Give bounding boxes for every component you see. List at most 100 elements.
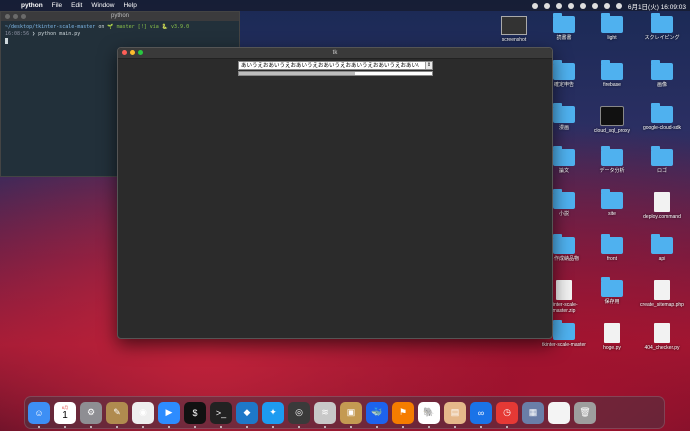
status-icon-3[interactable] [555,2,562,9]
close-icon[interactable] [122,50,127,55]
menu-file[interactable]: File [52,2,62,9]
desktop-icon[interactable]: screenshot [492,16,536,43]
dock-terminal[interactable]: $ [184,401,206,428]
desktop-icon[interactable]: スクレイピング [640,13,684,41]
desktop-icon[interactable]: データ分析 [590,146,634,174]
progress-fill [239,72,355,75]
terminal-output[interactable]: ~/desktop/tkinter-scale-master on 🌱 mast… [1,21,239,49]
dock-document[interactable] [548,401,570,424]
desktop-icon-label: hoge.py [603,345,621,351]
folder-icon [601,60,623,80]
terminal-line-2: 16:08:56 ❯ python main.py [5,31,235,38]
terminal-titlebar[interactable]: python [1,12,239,21]
infinity-icon: ∞ [477,407,485,418]
terminal-on: on [98,24,105,30]
tk-titlebar[interactable]: tk [118,48,552,59]
wifi-icon[interactable] [591,2,598,9]
terminal-via: via 🐍 v3.9.0 [149,24,190,30]
dock-preview[interactable]: ▤ [444,401,466,428]
status-icon-4[interactable] [567,2,574,9]
combobox-value: あいうえおあいうえおあいうえおあいうえおあいうえおあいうえおあい\ [241,63,419,69]
desktop-icon-label: 画像 [656,82,667,88]
file-icon [654,192,670,212]
desktop-icon-label: front [606,256,617,262]
docker-icon: 🐳 [371,407,383,417]
dock-calendar[interactable]: 6月 1 [54,401,76,428]
vscode-icon: ◆ [243,407,251,417]
menu-help[interactable]: Help [123,2,136,9]
dock-clock[interactable]: ◷ [496,401,518,428]
dock-chrome[interactable]: ◉ [132,401,154,428]
desktop-icon[interactable]: 読書書 [542,13,586,41]
tk-title: tk [332,50,338,56]
desktop-icon[interactable]: site [590,189,634,217]
desktop-icon[interactable]: google-cloud-sdk [640,103,684,131]
dock-terminal-2[interactable]: >_ [210,401,232,428]
zoom-icon[interactable] [21,14,26,19]
folder-icon [553,13,575,33]
folder-icon [651,60,673,80]
status-icon-1[interactable] [531,2,538,9]
dock-vscode[interactable]: ◆ [236,401,258,428]
menubar-clock[interactable]: 6月1日(火) 16:09:03 [628,1,686,11]
running-indicator [246,425,248,428]
status-icon-2[interactable] [543,2,550,9]
menu-window[interactable]: Window [91,2,114,9]
dock-trash[interactable]: 🗑 [574,401,596,424]
desktop-icon[interactable]: 保存用 [590,277,634,305]
quicktime-icon: ◎ [295,407,303,417]
desktop-icon[interactable]: 画像 [640,60,684,88]
desktop-icon[interactable]: 404_checker.py [640,323,684,351]
dock-postgres[interactable]: 🐘 [418,401,440,428]
running-indicator [506,425,508,428]
running-indicator [350,425,352,428]
chevron-updown-icon[interactable]: ⇕ [425,62,432,69]
running-indicator [220,425,222,428]
desktop-icon[interactable]: deploy.command [640,192,684,220]
menu-edit[interactable]: Edit [71,2,82,9]
dock-zoom[interactable]: ▶ [158,401,180,428]
search-icon[interactable] [603,2,610,9]
postgres-icon: 🐘 [423,407,435,417]
dock-archive[interactable]: ▣ [340,401,362,428]
dock-system-preferences[interactable]: ⚙ [80,401,102,428]
minimize-icon[interactable] [13,14,18,19]
close-icon[interactable] [5,14,10,19]
combobox[interactable]: あいうえおあいうえおあいうえおあいうえおあいうえおあいうえおあい\ ⇕ [238,61,433,70]
desktop-icon-label: light [607,35,617,41]
dock-safari[interactable]: ✦ [262,401,284,428]
terminal-title: python [110,13,129,19]
clock-icon: ◷ [503,407,511,417]
running-indicator [272,425,274,428]
dock-script-editor[interactable]: ✎ [106,401,128,428]
dock-quicktime[interactable]: ◎ [288,401,310,428]
preview-icon: ▤ [450,407,460,417]
menubar: python File Edit Window Help 6月1日(火) 16:… [0,0,690,11]
running-indicator [194,425,196,428]
terminal-2-icon: >_ [215,407,227,418]
zoom-icon[interactable] [138,50,143,55]
dock-infinity[interactable]: ∞ [470,401,492,428]
safari-icon: ✦ [269,407,277,417]
tk-window[interactable]: tk あいうえおあいうえおあいうえおあいうえおあいうえおあいうえおあい\ ⇕ [117,47,553,339]
script-editor-icon: ✎ [113,407,121,417]
desktop-icon[interactable]: light [590,13,634,41]
control-center-icon[interactable] [615,2,622,9]
dock-docker[interactable]: 🐳 [366,401,388,428]
desktop-icon[interactable]: cloud_sql_proxy [590,106,634,134]
bluetooth-icon[interactable] [579,2,586,9]
desktop-icon[interactable]: firebase [590,60,634,88]
menu-app[interactable]: python [21,2,43,9]
dock-sequel[interactable]: ≋ [314,401,336,428]
dock-photos-preview[interactable]: ▦ [522,401,544,424]
desktop-icon[interactable]: api [640,234,684,262]
running-indicator [480,425,482,428]
desktop-icon[interactable]: create_sitemap.php [640,280,684,308]
dock-sourcetree[interactable]: ⚑ [392,401,414,428]
minimize-icon[interactable] [130,50,135,55]
desktop-icon[interactable]: ロゴ [640,146,684,174]
dock-finder[interactable]: ☺ [28,401,50,428]
desktop-icon[interactable]: front [590,234,634,262]
desktop-icon[interactable]: hoge.py [590,323,634,351]
folder-icon [651,234,673,254]
